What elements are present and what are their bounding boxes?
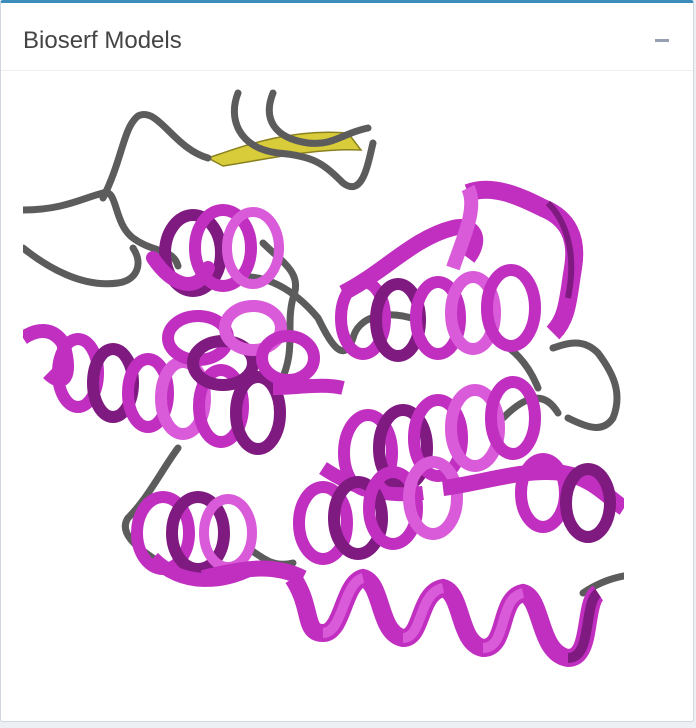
helix-upper-left <box>146 204 284 297</box>
helix-left-horizontal <box>23 324 345 455</box>
panel-title: Bioserf Models <box>23 27 182 54</box>
helix-right-upper <box>335 180 584 362</box>
bioserf-models-panel: Bioserf Models <box>0 0 694 722</box>
panel-header: Bioserf Models <box>1 3 693 71</box>
collapse-button[interactable] <box>647 25 677 55</box>
helix-bottom <box>201 560 605 668</box>
molecule-viewer[interactable] <box>23 88 624 688</box>
coil-segment <box>23 244 142 288</box>
coil-segment <box>99 111 212 202</box>
minus-icon <box>655 39 669 42</box>
protein-ribbon-render <box>23 89 624 668</box>
coil-segment <box>549 339 621 431</box>
